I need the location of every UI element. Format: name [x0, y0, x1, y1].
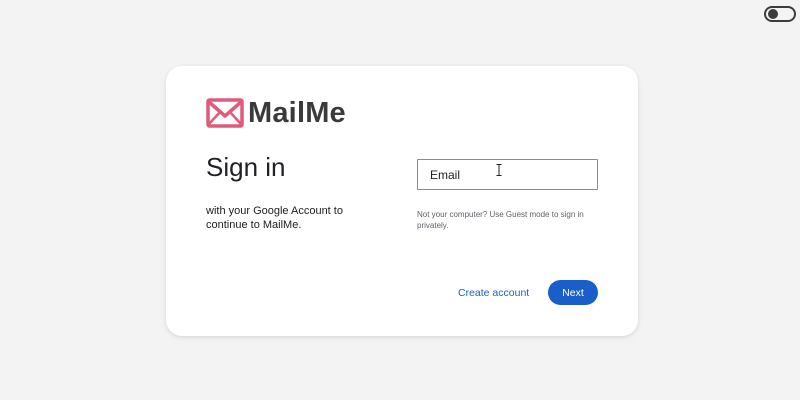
next-button[interactable]: Next — [548, 280, 598, 305]
brand-name: MailMe — [248, 97, 346, 129]
email-field[interactable] — [417, 159, 598, 190]
signin-card: MailMe Sign in with your Google Account … — [166, 66, 638, 336]
page-title: Sign in — [206, 152, 286, 182]
guest-mode-note: Not your computer? Use Guest mode to sig… — [417, 210, 584, 230]
brand-logo: MailMe — [206, 98, 346, 128]
signin-subtitle: with your Google Account to continue to … — [206, 205, 343, 231]
theme-toggle-switch[interactable] — [764, 6, 796, 22]
toggle-knob — [768, 9, 778, 19]
page: MailMe Sign in with your Google Account … — [0, 0, 800, 400]
envelope-icon — [206, 98, 244, 128]
create-account-link[interactable]: Create account — [458, 287, 529, 299]
